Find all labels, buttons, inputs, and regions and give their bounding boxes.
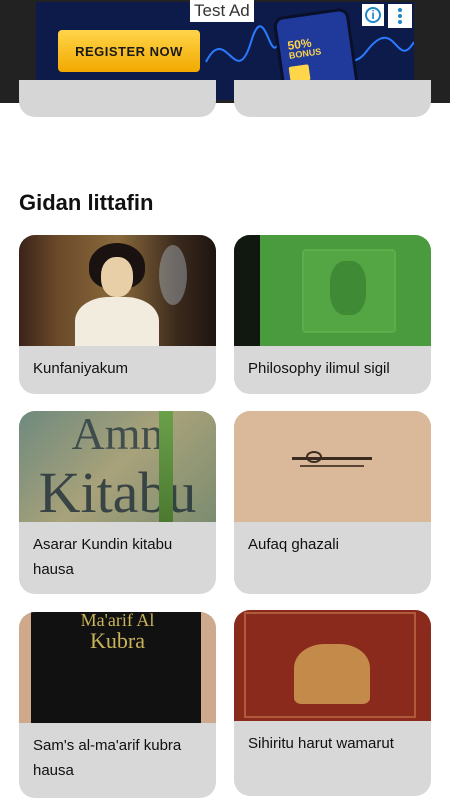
book-card[interactable]: Amn Kitabu Asarar Kundin kitabu hausa [19, 411, 216, 594]
book-cover-portrait-icon [19, 235, 216, 346]
ad-info-icon[interactable]: i [362, 4, 384, 26]
previous-card-left[interactable] [19, 80, 216, 117]
book-title: Kunfaniyakum [33, 360, 129, 377]
book-cover-manuscript-icon [234, 411, 431, 522]
ad-more-icon[interactable] [388, 4, 412, 28]
section-title: Gidan littafin [19, 190, 154, 215]
book-title: Sihiritu harut wamarut [248, 735, 394, 752]
book-card[interactable]: Sihiritu harut wamarut [234, 610, 431, 796]
book-title: Aufaq ghazali [248, 536, 339, 553]
book-cover-calligraphy-icon: Amn Kitabu [19, 411, 216, 522]
book-cover-red-icon [234, 610, 431, 721]
ad-bonus-text: 50% BONUS [287, 36, 322, 61]
book-card[interactable]: Philosophy ilimul sigil [234, 235, 431, 394]
book-title: Sam's al-ma'arif kubra hausa [33, 737, 182, 779]
book-card[interactable]: Kunfaniyakum [19, 235, 216, 394]
register-now-button[interactable]: REGISTER NOW [58, 30, 200, 72]
book-title: Philosophy ilimul sigil [248, 360, 390, 377]
book-cover-green-icon [234, 235, 431, 346]
previous-card-right[interactable] [234, 80, 431, 117]
book-title: Asarar Kundin kitabu hausa [33, 536, 173, 578]
book-cover-black-icon: Ma'arif Al Kubra [19, 612, 216, 723]
book-card[interactable]: Ma'arif Al Kubra Sam's al-ma'arif kubra … [19, 612, 216, 798]
ad-label: Test Ad [190, 0, 254, 22]
book-card[interactable]: Aufaq ghazali [234, 411, 431, 594]
